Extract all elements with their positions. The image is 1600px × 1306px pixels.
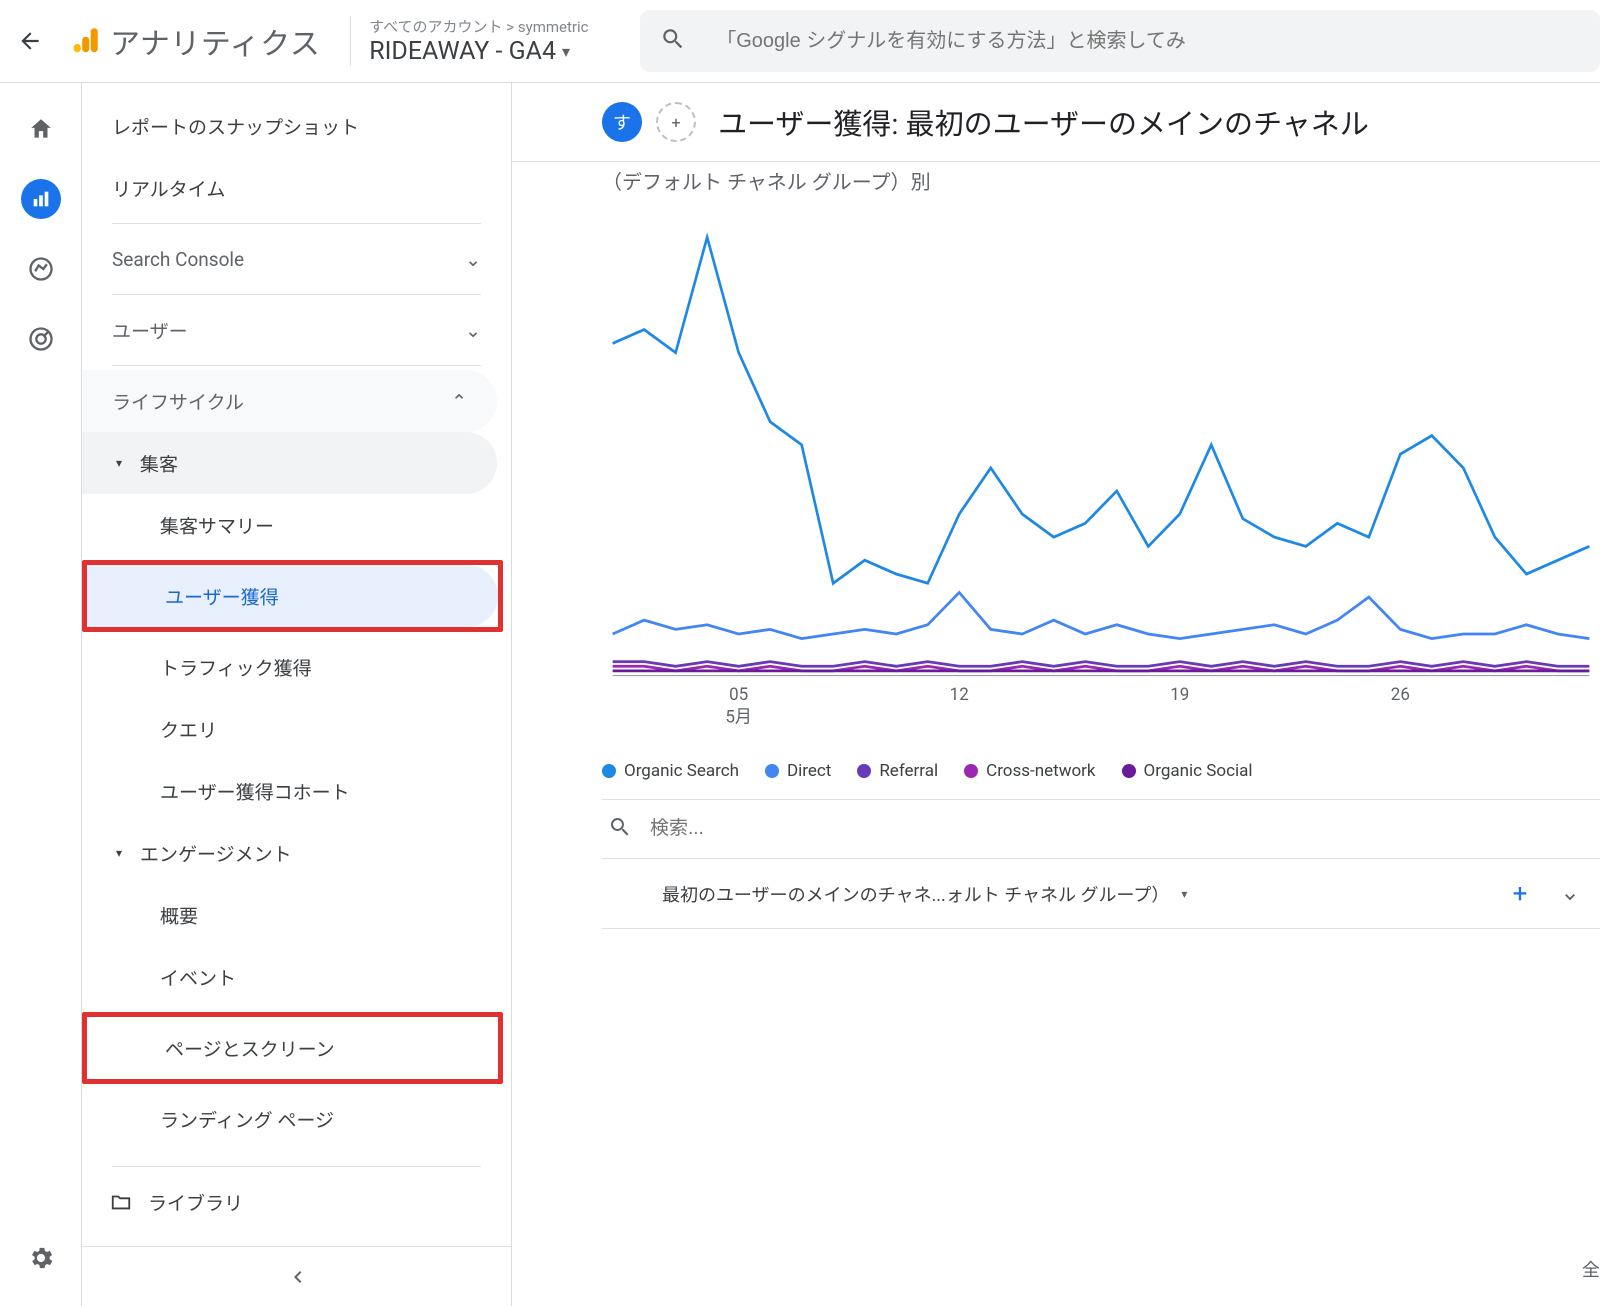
account-breadcrumb: すべてのアカウント > symmetric xyxy=(369,16,602,37)
segment-chip[interactable]: す xyxy=(602,102,642,142)
arrow-down-icon xyxy=(1559,883,1581,905)
sidebar-realtime[interactable]: リアルタイム xyxy=(82,157,511,219)
sidebar-acq-query[interactable]: クエリ xyxy=(82,698,497,760)
legend-dot-icon xyxy=(602,764,616,778)
sidebar-library[interactable]: ライブラリ xyxy=(82,1171,511,1233)
legend-label: Cross-network xyxy=(986,761,1095,781)
gear-icon xyxy=(27,1244,55,1272)
sidebar-acq-traffic[interactable]: トラフィック獲得 xyxy=(82,636,497,698)
sidebar-engagement[interactable]: ▾ エンゲージメント xyxy=(82,822,511,884)
dropdown-icon: ▾ xyxy=(562,42,570,61)
legend-dot-icon xyxy=(857,764,871,778)
target-icon xyxy=(27,325,55,353)
dimension-label: 最初のユーザーのメインのチャネ...ォルト チャネル グループ） xyxy=(662,881,1169,907)
footer-note: 全 xyxy=(1582,1256,1600,1282)
divider xyxy=(112,365,481,366)
search-icon xyxy=(608,815,632,843)
rail-explore[interactable] xyxy=(21,249,61,289)
chart-subtitle: （デフォルト チャネル グループ）別 xyxy=(602,162,1600,203)
legend-item[interactable]: Direct xyxy=(765,761,831,781)
arrow-left-icon xyxy=(17,28,43,54)
sidebar-search-console[interactable]: Search Console ⌄ xyxy=(82,228,511,290)
legend-item[interactable]: Cross-network xyxy=(964,761,1095,781)
legend-dot-icon xyxy=(1122,764,1136,778)
sidebar-acq-summary[interactable]: 集客サマリー xyxy=(82,494,497,556)
add-segment-button[interactable]: + xyxy=(656,102,696,142)
sidebar-collapse[interactable] xyxy=(82,1246,511,1306)
rail-reports[interactable] xyxy=(21,179,61,219)
chart-legend: Organic Search Direct Referral Cross-networ… xyxy=(602,743,1600,799)
sidebar-acq-cohort[interactable]: ユーザー獲得コホート xyxy=(82,760,497,822)
legend-dot-icon xyxy=(964,764,978,778)
page-title: ユーザー獲得: 最初のユーザーのメインのチャネル xyxy=(718,101,1369,143)
divider xyxy=(112,1166,481,1167)
caret-down-icon: ▾ xyxy=(116,846,122,860)
home-icon xyxy=(28,116,54,142)
global-search[interactable] xyxy=(640,10,1600,72)
sidebar-acq-user[interactable]: ユーザー獲得 xyxy=(87,565,498,627)
legend-label: Organic Social xyxy=(1144,761,1253,781)
chevron-down-icon: ⌄ xyxy=(465,248,481,271)
line-chart: 055月 12 19 26 xyxy=(602,203,1600,743)
folder-icon xyxy=(110,1191,132,1213)
explore-icon xyxy=(27,255,55,283)
sidebar-snapshot[interactable]: レポートのスナップショット xyxy=(82,95,511,157)
global-search-input[interactable] xyxy=(716,30,1580,53)
rail-admin[interactable] xyxy=(21,1238,61,1278)
svg-text:12: 12 xyxy=(950,685,969,706)
property-name: RIDEAWAY - GA4 xyxy=(369,37,556,66)
rail-home[interactable] xyxy=(21,109,61,149)
chevron-left-icon xyxy=(285,1265,309,1289)
chevron-up-icon: ⌃ xyxy=(451,390,467,413)
svg-text:05: 05 xyxy=(729,685,748,706)
svg-text:5月: 5月 xyxy=(725,707,752,728)
legend-dot-icon xyxy=(765,764,779,778)
legend-item[interactable]: Organic Search xyxy=(602,761,739,781)
rail-advertising[interactable] xyxy=(21,319,61,359)
plus-icon: + xyxy=(671,113,680,132)
property-selector[interactable]: すべてのアカウント > symmetric RIDEAWAY - GA4 ▾ xyxy=(350,16,620,66)
legend-item[interactable]: Organic Social xyxy=(1122,761,1253,781)
search-icon xyxy=(660,26,686,56)
caret-down-icon: ▾ xyxy=(116,456,122,470)
legend-item[interactable]: Referral xyxy=(857,761,938,781)
sidebar-eng-events[interactable]: イベント xyxy=(82,946,497,1008)
sidebar-lifecycle[interactable]: ライフサイクル ⌃ xyxy=(82,370,497,432)
chevron-down-icon: ⌄ xyxy=(465,319,481,342)
table-search-input[interactable] xyxy=(650,818,1600,840)
divider xyxy=(112,223,481,224)
add-dimension-button[interactable]: + xyxy=(1500,874,1540,914)
plus-icon: + xyxy=(1513,879,1528,909)
svg-text:26: 26 xyxy=(1391,685,1410,706)
reports-icon xyxy=(30,188,52,210)
back-button[interactable] xyxy=(0,28,60,54)
sidebar-eng-landing[interactable]: ランディング ページ xyxy=(82,1088,497,1150)
legend-label: Organic Search xyxy=(624,761,739,781)
sidebar-acquisition[interactable]: ▾ 集客 xyxy=(82,432,497,494)
sort-column[interactable] xyxy=(1540,883,1600,905)
dimension-dropdown[interactable]: ▾ xyxy=(1181,887,1187,901)
sidebar-eng-overview[interactable]: 概要 xyxy=(82,884,497,946)
brand-title: アナリティクス xyxy=(110,19,350,63)
sidebar-eng-pages[interactable]: ページとスクリーン xyxy=(87,1017,498,1079)
legend-label: Direct xyxy=(787,761,831,781)
analytics-logo xyxy=(60,24,110,58)
divider xyxy=(112,294,481,295)
legend-label: Referral xyxy=(879,761,938,781)
sidebar-user[interactable]: ユーザー ⌄ xyxy=(82,299,511,361)
svg-text:19: 19 xyxy=(1170,685,1189,706)
